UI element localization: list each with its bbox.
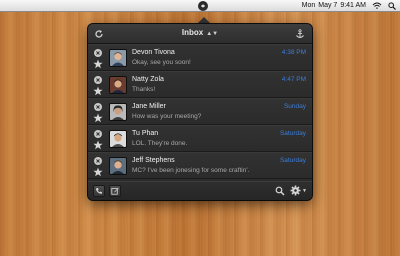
sender-name: Natty Zola [132,76,164,83]
message-snippet: Thanks! [132,86,156,93]
menubar-date[interactable]: May 7 [318,2,337,9]
avatar [109,103,127,121]
app-status-item[interactable] [198,1,208,11]
delete-icon[interactable] [94,157,102,165]
menubar-day[interactable]: Mon [302,2,316,9]
sender-name: Jane Miller [132,103,166,110]
avatar [109,157,127,175]
menubar-clock[interactable]: 9:41 AM [340,2,366,9]
message-row[interactable]: Tu Phan LOL. They're done. Saturday [88,125,312,152]
message-row[interactable]: Devon Tivona Okay, see you soon! 4:38 PM [88,44,312,71]
phone-button[interactable] [93,185,105,197]
app-glyph-icon [201,4,205,8]
menu-bar: Mon May 7 9:41 AM [0,0,400,12]
updown-arrows-icon: ▲▼ [206,31,219,37]
message-time: Saturday [279,130,306,137]
message-row[interactable]: Jane Miller How was your meeting? Sunday [88,98,312,125]
compose-icon [111,188,119,195]
message-time: 4:47 PM [281,76,306,83]
message-time: Saturday [279,157,306,164]
message-time: 4:38 PM [281,49,306,56]
message-list: Devon Tivona Okay, see you soon! 4:38 PM… [88,44,312,179]
star-icon[interactable] [93,140,103,150]
mailbox-title: Inbox [181,28,204,37]
delete-icon[interactable] [94,130,102,138]
sender-name: Jeff Stephens [132,157,175,164]
message-row[interactable]: Natty Zola Thanks! 4:47 PM [88,71,312,98]
delete-icon[interactable] [94,103,102,111]
popover-toolbar: Inbox ▲▼ [88,24,312,44]
delete-icon[interactable] [94,76,102,84]
popover-arrow [197,17,211,24]
spotlight-icon[interactable] [388,1,396,10]
popover-bottom-bar: ▼ [88,181,312,200]
star-icon[interactable] [93,167,103,177]
wifi-icon[interactable] [372,2,382,10]
message-snippet: MC? I've been jonesing for some craftin'… [132,167,250,174]
message-snippet: Okay, see you soon! [132,59,191,66]
mailbox-selector[interactable]: Inbox ▲▼ [88,28,312,37]
star-icon[interactable] [93,86,103,96]
message-time: Sunday [283,103,306,110]
message-row[interactable]: Jeff Stephens MC? I've been jonesing for… [88,152,312,179]
avatar [109,76,127,94]
inbox-popover: Inbox ▲▼ Devon Tivona Okay, see you soon… [88,24,312,200]
delete-icon[interactable] [94,49,102,57]
chevron-down-icon[interactable]: ▼ [302,188,307,194]
sender-name: Devon Tivona [132,49,175,56]
message-snippet: LOL. They're done. [132,140,188,147]
anchor-icon[interactable] [295,29,305,39]
search-icon[interactable] [275,186,285,196]
star-icon[interactable] [93,59,103,69]
compose-button[interactable] [109,185,121,197]
gear-icon[interactable] [290,185,301,196]
avatar [109,49,127,67]
phone-icon [96,188,102,194]
message-snippet: How was your meeting? [132,113,202,120]
avatar [109,130,127,148]
star-icon[interactable] [93,113,103,123]
sender-name: Tu Phan [132,130,159,137]
